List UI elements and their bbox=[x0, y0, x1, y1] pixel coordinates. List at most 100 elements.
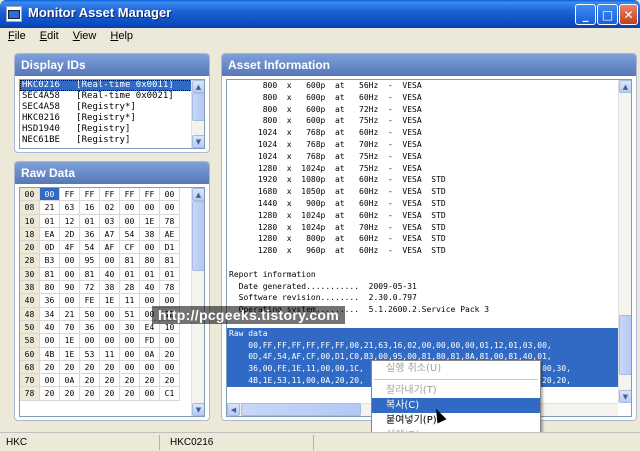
raw-data-cell[interactable]: FF bbox=[80, 188, 100, 202]
raw-data-cell[interactable]: D1 bbox=[160, 241, 180, 255]
scroll-up-icon[interactable]: ▲ bbox=[192, 80, 204, 93]
raw-data-cell[interactable]: 72 bbox=[80, 281, 100, 295]
raw-data-cell[interactable]: A7 bbox=[100, 227, 120, 242]
raw-data-cell[interactable]: 81 bbox=[160, 254, 180, 268]
raw-data-cell[interactable]: 00 bbox=[140, 241, 160, 255]
raw-data-cell[interactable]: 00 bbox=[160, 334, 180, 348]
raw-data-cell[interactable]: 01 bbox=[80, 214, 100, 228]
raw-data-cell[interactable]: 36 bbox=[80, 227, 100, 242]
raw-data-cell[interactable]: EA bbox=[40, 227, 60, 242]
raw-data-cell[interactable]: 00 bbox=[100, 320, 120, 335]
raw-data-cell[interactable]: 00 bbox=[120, 360, 140, 375]
menu-edit[interactable]: Edit bbox=[32, 28, 65, 44]
raw-data-cell[interactable]: 1E bbox=[140, 214, 160, 228]
raw-data-cell[interactable]: 20 bbox=[140, 374, 160, 388]
raw-data-cell[interactable]: 00 bbox=[100, 254, 120, 268]
raw-data-cell[interactable]: 00 bbox=[100, 334, 120, 348]
raw-data-cell[interactable]: 81 bbox=[40, 267, 60, 282]
display-ids-list[interactable]: HKC0216 [Real-time 0x0011] SEC4A58 [Real-… bbox=[19, 79, 205, 149]
raw-data-cell[interactable]: 21 bbox=[40, 201, 60, 215]
scroll-thumb[interactable] bbox=[192, 93, 204, 121]
scroll-thumb[interactable] bbox=[619, 315, 631, 375]
raw-data-cell[interactable]: 38 bbox=[100, 281, 120, 295]
raw-data-cell[interactable]: C1 bbox=[160, 387, 180, 401]
raw-data-cell[interactable]: FD bbox=[140, 334, 160, 348]
raw-data-cell[interactable]: AE bbox=[160, 227, 180, 242]
raw-data-cell[interactable]: 11 bbox=[120, 294, 140, 308]
menu-help[interactable]: Help bbox=[102, 28, 139, 44]
raw-data-cell[interactable]: FF bbox=[140, 188, 160, 202]
display-id-item[interactable]: SEC4A58 [Real-time 0x0021] bbox=[20, 91, 204, 102]
raw-data-cell[interactable]: 36 bbox=[80, 320, 100, 335]
raw-data-cell[interactable]: 50 bbox=[80, 307, 100, 321]
raw-data-cell[interactable]: 70 bbox=[60, 320, 80, 335]
raw-data-cell[interactable]: 78 bbox=[160, 214, 180, 228]
raw-data-cell[interactable]: 40 bbox=[40, 320, 60, 335]
raw-data-cell[interactable]: 20 bbox=[100, 387, 120, 401]
display-id-item[interactable]: HKC0216 [Real-time 0x0011] bbox=[20, 80, 204, 91]
raw-data-cell[interactable]: 4B bbox=[40, 347, 60, 361]
raw-data-cell[interactable]: 1E bbox=[60, 334, 80, 348]
raw-data-cell[interactable]: 00 bbox=[140, 387, 160, 401]
raw-data-cell[interactable]: 03 bbox=[100, 214, 120, 228]
raw-data-cell[interactable]: 20 bbox=[40, 387, 60, 401]
raw-data-cell[interactable]: 20 bbox=[160, 347, 180, 361]
raw-data-cell[interactable]: 34 bbox=[40, 307, 60, 321]
scroll-up-icon[interactable]: ▲ bbox=[192, 188, 204, 201]
raw-data-cell[interactable]: 36 bbox=[40, 294, 60, 308]
raw-data-cell[interactable]: 0D bbox=[40, 241, 60, 255]
raw-data-cell[interactable]: FE bbox=[80, 294, 100, 308]
raw-data-cell[interactable]: 20 bbox=[160, 374, 180, 388]
raw-data-cell[interactable]: 00 bbox=[40, 374, 60, 388]
raw-data-cell[interactable]: 53 bbox=[80, 347, 100, 361]
raw-data-cell[interactable]: 20 bbox=[80, 387, 100, 401]
raw-data-cell[interactable]: 40 bbox=[140, 281, 160, 295]
raw-data-scrollbar[interactable]: ▲ ▼ bbox=[191, 188, 204, 416]
raw-data-cell[interactable]: 00 bbox=[120, 347, 140, 361]
menu-view[interactable]: View bbox=[65, 28, 103, 44]
raw-data-cell[interactable]: 2D bbox=[60, 227, 80, 242]
close-button[interactable]: ✕ bbox=[619, 4, 638, 25]
raw-data-cell[interactable]: 80 bbox=[140, 254, 160, 268]
raw-data-cell[interactable]: 01 bbox=[160, 267, 180, 282]
raw-data-cell[interactable]: 63 bbox=[60, 201, 80, 215]
raw-data-cell[interactable]: 81 bbox=[80, 267, 100, 282]
scroll-left-icon[interactable]: ◀ bbox=[227, 403, 240, 416]
raw-data-grid[interactable]: 00 00 FF FF FF FF FF 00 08 21 63 16 02 00 00 00 10 01 12 01… bbox=[19, 187, 205, 417]
raw-data-cell[interactable]: 0A bbox=[60, 374, 80, 388]
raw-data-cell[interactable]: 00 bbox=[60, 254, 80, 268]
raw-data-cell[interactable]: 20 bbox=[60, 387, 80, 401]
raw-data-cell[interactable]: 90 bbox=[60, 281, 80, 295]
raw-data-cell[interactable]: 20 bbox=[60, 360, 80, 375]
scroll-down-icon[interactable]: ▼ bbox=[619, 390, 631, 403]
raw-data-cell[interactable]: 54 bbox=[80, 241, 100, 255]
raw-data-cell[interactable]: 80 bbox=[40, 281, 60, 295]
raw-data-cell[interactable]: 00 bbox=[140, 201, 160, 215]
scroll-up-icon[interactable]: ▲ bbox=[619, 80, 631, 93]
raw-data-cell[interactable]: 1E bbox=[100, 294, 120, 308]
raw-data-cell[interactable]: 01 bbox=[140, 267, 160, 282]
raw-data-cell[interactable]: 20 bbox=[120, 387, 140, 401]
raw-data-cell[interactable]: B3 bbox=[40, 254, 60, 268]
raw-data-cell[interactable]: FF bbox=[120, 188, 140, 202]
raw-data-cell[interactable]: 01 bbox=[120, 267, 140, 282]
raw-data-cell[interactable]: 20 bbox=[100, 360, 120, 375]
display-list-scrollbar[interactable]: ▲ ▼ bbox=[191, 80, 204, 148]
raw-data-cell[interactable]: 11 bbox=[100, 347, 120, 361]
raw-data-cell[interactable]: 00 bbox=[120, 334, 140, 348]
context-menu-item[interactable]: 복사(C) bbox=[372, 398, 540, 413]
raw-data-cell[interactable]: FF bbox=[60, 188, 80, 202]
raw-data-cell[interactable]: 00 bbox=[160, 360, 180, 375]
raw-data-cell[interactable]: 78 bbox=[160, 281, 180, 295]
raw-data-cell[interactable]: 28 bbox=[120, 281, 140, 295]
raw-data-cell[interactable]: 51 bbox=[120, 307, 140, 321]
raw-data-cell[interactable]: 20 bbox=[120, 374, 140, 388]
scroll-thumb[interactable] bbox=[192, 201, 204, 271]
display-id-item[interactable]: NEC61BE [Registry] bbox=[20, 135, 204, 146]
raw-data-cell[interactable]: 00 bbox=[100, 307, 120, 321]
minimize-button[interactable]: _ bbox=[575, 4, 596, 25]
raw-data-cell[interactable]: 12 bbox=[60, 214, 80, 228]
raw-data-cell[interactable]: 00 bbox=[60, 267, 80, 282]
raw-data-cell[interactable]: 40 bbox=[100, 267, 120, 282]
raw-data-cell[interactable]: 1E bbox=[60, 347, 80, 361]
